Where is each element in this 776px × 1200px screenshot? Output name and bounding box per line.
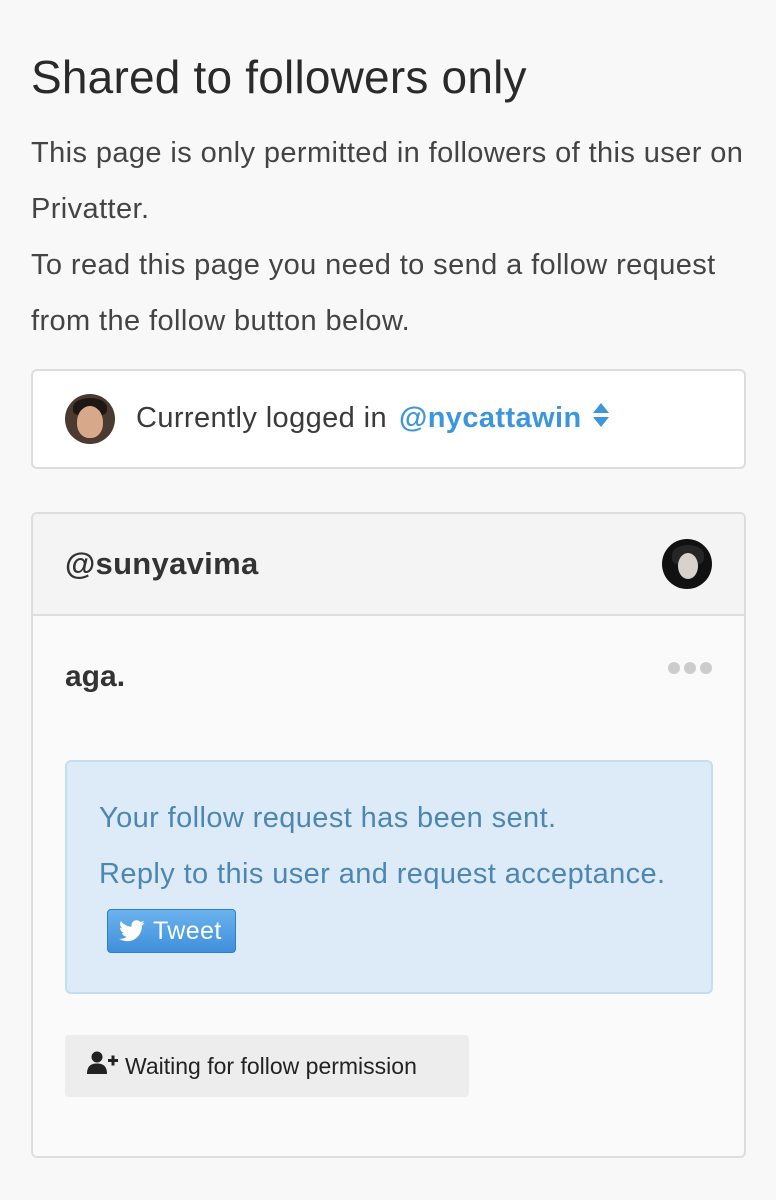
- login-status-box: Currently logged in @nycattawin: [31, 369, 746, 469]
- owner-avatar[interactable]: [662, 539, 712, 589]
- alert-line-1: Your follow request has been sent.: [99, 802, 557, 834]
- sort-updown-icon: [592, 402, 610, 436]
- login-label: Currently logged in: [136, 401, 388, 434]
- waiting-label: Waiting for follow permission: [125, 1052, 417, 1079]
- login-status: Currently logged in @nycattawin: [136, 402, 610, 436]
- more-dots-icon[interactable]: [668, 662, 712, 674]
- user-plus-icon: [87, 1051, 119, 1081]
- current-user-avatar: [65, 394, 115, 444]
- intro-line-1: This page is only permitted in followers…: [31, 137, 744, 225]
- follow-request-alert: Your follow request has been sent. Reply…: [65, 760, 713, 994]
- card-header: @sunyavima: [33, 514, 744, 616]
- account-switch-link[interactable]: @nycattawin: [399, 402, 610, 434]
- card-body: aga. Your follow request has been sent. …: [33, 616, 744, 1156]
- alert-line-2: Reply to this user and request acceptanc…: [99, 858, 666, 890]
- tweet-button[interactable]: Tweet: [107, 909, 236, 954]
- page: Shared to followers only This page is on…: [0, 0, 776, 1200]
- post-card: @sunyavima aga. Your follow request has …: [31, 512, 746, 1158]
- intro-line-2: To read this page you need to send a fol…: [31, 249, 716, 337]
- tweet-label: Tweet: [153, 917, 222, 946]
- owner-handle[interactable]: @sunyavima: [65, 546, 258, 582]
- current-username: @nycattawin: [399, 401, 582, 434]
- intro-text: This page is only permitted in followers…: [31, 125, 746, 349]
- post-title: aga.: [65, 660, 126, 693]
- page-title: Shared to followers only: [31, 51, 527, 103]
- waiting-permission-button[interactable]: Waiting for follow permission: [65, 1035, 469, 1097]
- twitter-bird-small-icon: [119, 920, 145, 942]
